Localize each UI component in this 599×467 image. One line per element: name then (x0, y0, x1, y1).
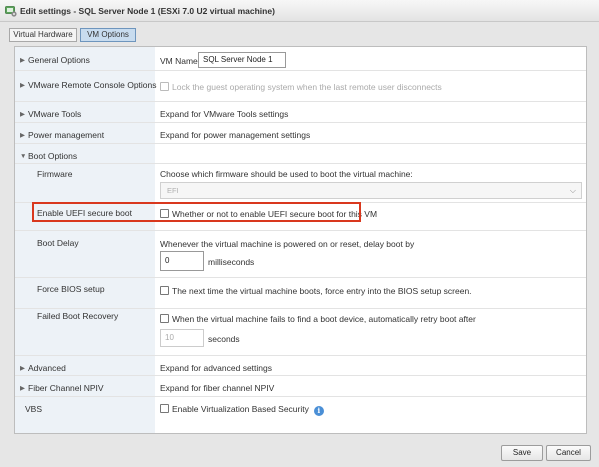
cancel-button[interactable]: Cancel (546, 445, 591, 461)
row-fiber-channel: ▶ Fiber Channel NPIV Expand for fiber cha… (15, 376, 586, 397)
retry-delay-input[interactable]: 10 (160, 329, 204, 347)
caret-right-icon: ▶ (20, 365, 25, 372)
lock-guest-option: Lock the guest operating system when the… (160, 82, 442, 92)
fiber-channel-label: Fiber Channel NPIV (28, 383, 104, 393)
vbs-text: Enable Virtualization Based Security (172, 404, 309, 414)
boot-delay-description: Whenever the virtual machine is powered … (160, 239, 415, 249)
caret-right-icon: ▶ (20, 111, 25, 118)
vmware-tools-summary: Expand for VMware Tools settings (160, 109, 289, 119)
caret-right-icon: ▶ (20, 82, 25, 89)
tab-vm-options[interactable]: VM Options (80, 28, 136, 42)
failed-boot-recovery-text: When the virtual machine fails to find a… (172, 314, 476, 324)
firmware-description: Choose which firmware should be used to … (160, 169, 413, 179)
info-icon[interactable]: i (313, 406, 324, 416)
row-vbs: VBS Enable Virtualization Based Security… (15, 397, 586, 421)
general-options-label: General Options (28, 55, 90, 65)
title-bar: Edit settings - SQL Server Node 1 (ESXi … (0, 0, 599, 22)
fiber-channel-summary: Expand for fiber channel NPIV (160, 383, 275, 393)
vmrc-options-label: VMware Remote Console Options (28, 80, 157, 90)
force-bios-checkbox[interactable] (160, 286, 169, 295)
row-boot-delay: Boot Delay Whenever the virtual machine … (15, 231, 586, 278)
tab-virtual-hardware[interactable]: Virtual Hardware (9, 28, 77, 42)
vmware-tools-toggle[interactable]: ▶ VMware Tools (20, 109, 81, 119)
failed-boot-recovery-option: When the virtual machine fails to find a… (160, 314, 476, 324)
row-general-options: ▶ General Options VM Name: SQL Server Nod… (15, 47, 586, 71)
force-bios-label: Force BIOS setup (37, 284, 105, 294)
advanced-summary: Expand for advanced settings (160, 363, 272, 373)
advanced-label: Advanced (28, 363, 66, 373)
failed-boot-recovery-label: Failed Boot Recovery (37, 311, 119, 321)
boot-delay-unit: milliseconds (208, 257, 255, 267)
caret-right-icon: ▶ (20, 57, 25, 64)
boot-delay-label: Boot Delay (37, 238, 79, 248)
lock-guest-text: Lock the guest operating system when the… (172, 82, 442, 92)
vm-name-label: VM Name: (160, 56, 201, 66)
retry-delay-unit: seconds (208, 334, 240, 344)
vm-options-panel: ▶ General Options VM Name: SQL Server Nod… (14, 46, 587, 434)
vbs-option: Enable Virtualization Based Security i (160, 404, 324, 416)
vbs-checkbox[interactable] (160, 404, 169, 413)
firmware-selected: EFI (167, 186, 179, 195)
power-management-toggle[interactable]: ▶ Power management (20, 130, 104, 140)
vmware-tools-label: VMware Tools (28, 109, 82, 119)
row-failed-boot-recovery: Failed Boot Recovery When the virtual ma… (15, 309, 586, 356)
vm-settings-icon (5, 6, 17, 17)
save-button[interactable]: Save (501, 445, 543, 461)
boot-options-toggle[interactable]: ▼ Boot Options (20, 151, 77, 161)
power-management-label: Power management (28, 130, 105, 140)
caret-right-icon: ▶ (20, 132, 25, 139)
power-management-summary: Expand for power management settings (160, 130, 311, 140)
caret-right-icon: ▶ (20, 385, 25, 392)
force-bios-text: The next time the virtual machine boots,… (172, 286, 472, 296)
chevron-down-icon: ⌵ (569, 186, 576, 195)
firmware-label: Firmware (37, 169, 73, 179)
row-vmware-tools: ▶ VMware Tools Expand for VMware Tools se… (15, 102, 586, 123)
row-advanced: ▶ Advanced Expand for advanced settings (15, 356, 586, 376)
boot-delay-input[interactable]: 0 (160, 251, 204, 271)
row-boot-options: ▼ Boot Options (15, 144, 586, 164)
vbs-label: VBS (25, 404, 43, 414)
firmware-select[interactable]: EFI ⌵ (160, 182, 582, 199)
row-firmware: Firmware Choose which firmware should be… (15, 164, 586, 203)
lock-guest-checkbox[interactable] (160, 82, 169, 91)
uefi-highlight-box (32, 202, 361, 222)
failed-boot-recovery-checkbox[interactable] (160, 314, 169, 323)
general-options-toggle[interactable]: ▶ General Options (20, 55, 90, 65)
vm-name-input[interactable]: SQL Server Node 1 (198, 52, 286, 68)
advanced-toggle[interactable]: ▶ Advanced (20, 363, 66, 373)
fiber-channel-toggle[interactable]: ▶ Fiber Channel NPIV (20, 383, 104, 393)
row-power-management: ▶ Power management Expand for power manag… (15, 123, 586, 144)
dialog-title: Edit settings - SQL Server Node 1 (ESXi … (20, 6, 275, 16)
boot-options-label: Boot Options (28, 151, 78, 161)
row-force-bios: Force BIOS setup The next time the virtu… (15, 278, 586, 309)
vmrc-options-toggle[interactable]: ▶ VMware Remote Console Options (20, 80, 157, 90)
force-bios-option: The next time the virtual machine boots,… (160, 286, 472, 296)
caret-down-icon: ▼ (20, 153, 27, 160)
row-vmrc-options: ▶ VMware Remote Console Options Lock the … (15, 71, 586, 102)
